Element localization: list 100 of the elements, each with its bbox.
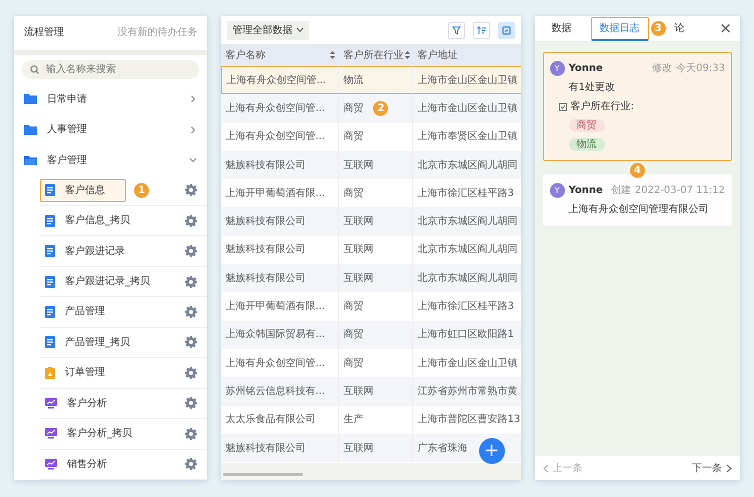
clipboard-icon — [45, 366, 55, 379]
form-item[interactable]: 销售分析 — [40, 452, 128, 476]
document-icon — [45, 184, 55, 196]
document-icon — [45, 336, 55, 348]
table-cell: 互联网 — [339, 434, 414, 462]
toolbar-button[interactable] — [472, 22, 490, 38]
avatar: Y — [550, 183, 565, 198]
table-cell: 互联网 — [339, 207, 414, 236]
form-item[interactable]: 客户分析 — [40, 392, 128, 415]
table-cell: 上海市虹口区欧阳路1 — [413, 320, 521, 349]
form-item[interactable]: 产品管理_拷贝 — [40, 330, 151, 354]
field-name: 客户所在行业: — [570, 100, 634, 114]
new-value-tag: 物流 — [568, 138, 605, 151]
form-item[interactable]: 产品管理 — [40, 300, 126, 324]
folder-row[interactable]: 日常申请 — [14, 84, 208, 114]
timestamp: 2022-03-07 11:12 — [634, 184, 725, 198]
close-button[interactable]: × — [719, 17, 732, 40]
document-icon — [45, 276, 55, 288]
settings-icon[interactable] — [185, 245, 198, 258]
settings-icon[interactable] — [185, 336, 198, 348]
settings-icon[interactable] — [185, 366, 198, 379]
settings-icon[interactable] — [185, 184, 198, 196]
settings-icon[interactable] — [185, 428, 198, 440]
chart-monitor-icon — [45, 458, 57, 470]
old-value-tag: 商贸 — [568, 119, 605, 132]
form-item[interactable]: 订单管理 — [40, 361, 126, 384]
table-cell: 魅族科技有限公司 — [221, 207, 340, 236]
table-cell: 苏州铭云信息科技有... — [221, 377, 340, 406]
folder-label: 人事管理 — [47, 122, 88, 138]
table-cell: 江苏省苏州市常熟市黄 — [413, 377, 521, 406]
chevron-down-icon — [296, 27, 304, 33]
column-header[interactable]: 客户地址 — [413, 44, 521, 66]
table-cell: 上海有舟众创空间管... — [221, 94, 340, 123]
annotation-badge: 3 — [650, 21, 666, 36]
form-item[interactable]: 客户分析_拷贝 — [40, 422, 153, 446]
table-cell: 互联网 — [339, 264, 414, 292]
next-button[interactable]: 下一条 — [692, 460, 732, 476]
table-cell: 物流 — [339, 66, 414, 94]
form-item[interactable]: 客户信息 — [40, 178, 126, 202]
settings-icon[interactable] — [185, 214, 198, 227]
column-header[interactable]: 客户所在行业 — [339, 44, 414, 66]
action-label: 创建 — [610, 184, 631, 198]
settings-icon[interactable] — [185, 458, 198, 470]
annotation-badge: 2 — [373, 100, 388, 116]
checkbox-icon — [558, 102, 567, 110]
document-icon — [45, 306, 55, 318]
table-cell: 魅族科技有限公司 — [221, 434, 340, 462]
search-icon — [30, 64, 39, 74]
table-cell: 上海有舟众创空间管... — [221, 66, 340, 94]
table-cell: 北京市东城区阎儿胡同 — [413, 264, 521, 292]
chevron-right-icon — [726, 464, 732, 472]
form-item[interactable]: 客户信息_拷贝 — [40, 209, 151, 232]
scrollbar-thumb[interactable] — [223, 473, 304, 476]
table-cell: 北京市东城区阎儿胡同 — [413, 150, 521, 180]
table-cell: 互联网 — [339, 150, 414, 180]
form-item[interactable]: 客户跟进记录 — [40, 240, 146, 263]
settings-icon[interactable] — [185, 397, 198, 410]
annotation-badge: 4 — [630, 163, 645, 178]
search-input[interactable]: 输入名称来搜索 — [44, 60, 184, 78]
annotation-badge: 1 — [134, 182, 149, 198]
table-cell: 上海市金山区金山卫镇 — [413, 66, 521, 94]
settings-icon[interactable] — [185, 276, 198, 288]
action-label: 修改 — [652, 62, 672, 76]
card-view-icon — [502, 26, 511, 34]
folder-label: 日常申请 — [47, 92, 88, 107]
user-name: Yonne — [568, 62, 603, 76]
document-icon — [45, 245, 55, 258]
tab[interactable]: 论 — [666, 16, 694, 40]
filter-icon — [452, 26, 461, 34]
folder-row[interactable]: 人事管理 — [14, 114, 208, 145]
folder-icon — [24, 94, 37, 104]
open-folder-icon — [24, 155, 37, 166]
sort-arrows-icon — [330, 51, 336, 59]
table-cell: 上海众韩国际贸易有... — [221, 320, 340, 349]
chart-monitor-icon — [45, 428, 57, 440]
record-name: 上海有舟众创空间管理有限公司 — [568, 202, 710, 217]
table-cell: 互联网 — [339, 377, 414, 406]
folder-icon — [24, 124, 37, 135]
avatar: Y — [550, 61, 565, 76]
form-item[interactable]: 客户跟进记录_拷贝 — [40, 270, 171, 293]
table-cell: 魅族科技有限公司 — [221, 264, 340, 292]
settings-icon[interactable] — [185, 306, 198, 318]
chart-monitor-icon — [45, 398, 57, 409]
notice-text: 没有新的待办任务 — [117, 26, 198, 40]
user-name: Yonne — [568, 184, 603, 198]
change-summary: 有1处更改 — [568, 80, 616, 95]
toolbar-button[interactable] — [448, 22, 465, 38]
sort-icon — [476, 26, 486, 34]
column-header[interactable]: 客户名称 — [221, 44, 340, 66]
table-cell: 魅族科技有限公司 — [221, 150, 340, 180]
panel-title: 流程管理 — [24, 26, 64, 40]
scope-dropdown[interactable]: 管理全部数据 — [227, 20, 310, 40]
table-cell: 上海市金山区金山卫镇 — [413, 94, 521, 123]
tab[interactable]: 数据 — [542, 16, 581, 40]
folder-row[interactable]: 客户管理 — [14, 144, 208, 176]
toolbar-button[interactable] — [498, 22, 515, 38]
chevron-left-icon — [542, 464, 549, 472]
table-cell: 北京市东城区阎儿胡同 — [413, 207, 521, 236]
search-field[interactable]: 输入名称来搜索 — [22, 60, 200, 79]
document-icon — [45, 214, 55, 227]
